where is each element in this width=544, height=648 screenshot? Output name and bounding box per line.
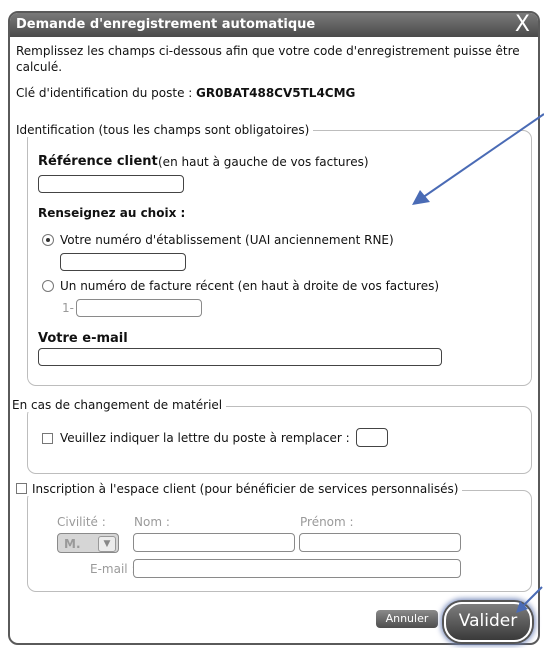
option-etablissement-label: Votre numéro d'établissement (UAI ancien… xyxy=(60,233,394,247)
poste-letter-input[interactable] xyxy=(356,428,388,447)
inscription-checkbox-label: Inscription à l'espace client (pour béné… xyxy=(32,482,459,496)
prenom-input[interactable] xyxy=(299,533,461,552)
chevron-down-icon: ▼ xyxy=(98,536,116,552)
close-icon[interactable]: X xyxy=(515,13,530,39)
facture-prefix: 1- xyxy=(62,301,74,315)
option-facture-label: Un numéro de facture récent (en haut à d… xyxy=(60,279,440,293)
title-bar: Demande d'enregistrement automatique X xyxy=(10,13,538,37)
nom-input[interactable] xyxy=(133,533,295,552)
identification-legend: Identification (tous les champs sont obl… xyxy=(16,123,314,137)
civilite-select[interactable]: M. ▼ xyxy=(57,533,119,553)
annotation-arrow-icon xyxy=(412,113,544,205)
civilite-label: Civilité : xyxy=(57,515,106,529)
choix-label: Renseignez au choix : xyxy=(38,206,186,220)
civilite-value: M. xyxy=(64,537,81,551)
inscription-checkbox[interactable] xyxy=(16,483,27,494)
annotation-arrow-icon-2 xyxy=(516,586,543,613)
ref-client-input[interactable] xyxy=(38,175,184,193)
ref-client-hint: (en haut à gauche de vos factures) xyxy=(158,155,369,169)
materiel-checkbox-label: Veuillez indiquer la lettre du poste à r… xyxy=(60,431,350,445)
inscription-email-input[interactable] xyxy=(133,559,461,578)
inscription-legend: Inscription à l'espace client (pour béné… xyxy=(12,482,463,496)
option-facture-radio[interactable] xyxy=(42,280,54,292)
intro-line-1: Remplissez les champs ci-dessous afin qu… xyxy=(16,44,520,58)
inscription-email-label: E-mail : xyxy=(90,562,136,576)
email-input[interactable] xyxy=(38,348,442,366)
option-etablissement-radio[interactable] xyxy=(42,234,54,246)
prenom-label: Prénom : xyxy=(300,515,354,529)
email-label: Votre e-mail xyxy=(38,331,128,346)
window-title: Demande d'enregistrement automatique xyxy=(16,17,316,32)
cle-label: Clé d'identification du poste : xyxy=(16,86,193,100)
cle-value: GR0BAT488CV5TL4CMG xyxy=(196,86,356,100)
facture-input[interactable] xyxy=(76,299,202,317)
ref-client-label: Référence client xyxy=(38,154,158,169)
nom-label: Nom : xyxy=(134,515,170,529)
materiel-checkbox[interactable] xyxy=(42,433,53,444)
materiel-legend: En cas de changement de matériel xyxy=(12,398,227,412)
intro-line-2: calculé. xyxy=(16,60,63,74)
etablissement-input[interactable] xyxy=(60,253,186,271)
annuler-button[interactable]: Annuler xyxy=(376,610,438,628)
